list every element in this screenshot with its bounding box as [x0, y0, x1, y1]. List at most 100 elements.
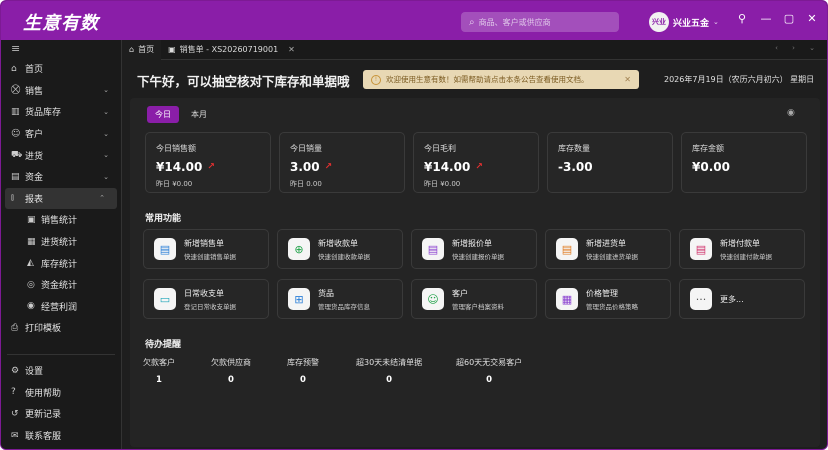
sidebar-item-label: 库存统计 [41, 259, 78, 270]
todo-count: 0 [486, 375, 493, 385]
tab-navigation[interactable]: ‹ › ⌄ [775, 44, 821, 52]
sidebar-item-inventory-stats[interactable]: ◭ 库存统计 [1, 252, 121, 274]
sidebar-item-sales[interactable]: ⛒ 销售 ⌄ [1, 80, 121, 102]
tab-this-month[interactable]: 本月 [183, 106, 215, 123]
sidebar-item-changelog[interactable]: ↺ 更新记录 [1, 403, 122, 425]
function-new-sales-order-button[interactable]: ▤ 新增销售单 快速创建销售单据 [143, 229, 269, 269]
function-desc: 登记日常收支单据 [184, 302, 236, 311]
daily-expense-icon: ▭ [154, 288, 176, 310]
function-goods-button[interactable]: ⊞ 货品 管理货品库存信息 [277, 279, 403, 319]
sidebar-item-inventory[interactable]: ▥ 货品库存 ⌄ [1, 101, 121, 123]
current-date: 2026年7月19日（农历六月初六） 星期日 [664, 75, 815, 84]
todo-item[interactable]: 欠款客户 1 [143, 357, 175, 385]
todo-item[interactable]: 超30天未结清单据 0 [356, 357, 422, 385]
eye-icon[interactable]: ◉ [787, 108, 795, 118]
sidebar-item-home[interactable]: ⌂ 首页 [1, 58, 121, 80]
function-desc: 快速创建报价单据 [452, 252, 504, 261]
sidebar-item-purchase[interactable]: ⛟ 进货 ⌄ [1, 144, 121, 166]
tab-label: 销售单 - XS20260719001 [179, 45, 279, 54]
stat-card: 今日毛利 ¥14.00 ↗ 昨日 ¥0.00 [413, 132, 539, 193]
function-desc: 管理货品库存信息 [318, 302, 370, 311]
menu-icon[interactable]: ≡ [1, 40, 121, 58]
stat-label: 库存数量 [558, 144, 590, 153]
function-more-button[interactable]: ··· 更多... [679, 279, 805, 319]
close-button[interactable]: ✕ [804, 12, 820, 25]
todo-item[interactable]: 欠款供应商 0 [211, 357, 251, 385]
notice-banner[interactable]: ! 欢迎使用生意有数！如需帮助请点击本条公告查看使用文档。 ✕ [363, 70, 639, 89]
global-search-input[interactable]: ⌕ 商品、客户或供应商 [461, 12, 619, 32]
todo-item[interactable]: 超60天无交易客户 0 [456, 357, 522, 385]
todo-item[interactable]: 库存预警 0 [287, 357, 319, 385]
function-new-purchase-order-button[interactable]: ▤ 新增进货单 快速创建进货单据 [545, 229, 671, 269]
stat-value-row: -3.00 [558, 160, 662, 174]
stat-value: 3.00 [290, 160, 320, 174]
sidebar-item-customers[interactable]: ☺ 客户 ⌄ [1, 123, 121, 145]
todo-count: 0 [300, 375, 306, 385]
stat-label: 今日销售额 [156, 144, 196, 153]
stat-label: 库存金额 [692, 144, 724, 153]
price-management-icon: ▦ [556, 288, 578, 310]
tab-sales-order[interactable]: ▣ 销售单 - XS20260719001 ✕ [161, 40, 302, 60]
sidebar-item-settings[interactable]: ⚙ 设置 [1, 360, 122, 382]
function-new-payment-button[interactable]: ▤ 新增付款单 快速创建付款单据 [679, 229, 805, 269]
shop-switcher[interactable]: 兴业 兴业五金 ⌄ [649, 12, 719, 32]
function-title: 新增进货单 [586, 238, 626, 248]
sidebar-item-funds[interactable]: ▤ 资金 ⌄ [1, 166, 121, 188]
function-desc: 管理货品价格策略 [586, 302, 638, 311]
shop-avatar: 兴业 [649, 12, 669, 32]
stat-value-row: ¥0.00 [692, 160, 796, 174]
customer-icon: ☺ [11, 128, 21, 139]
profit-icon: ◉ [27, 301, 35, 312]
sidebar-item-label: 客户 [25, 130, 44, 141]
stat-value: ¥14.00 [156, 160, 203, 174]
sidebar-item-help[interactable]: ? 使用帮助 [1, 382, 122, 404]
tab-today[interactable]: 今日 [147, 106, 179, 123]
stat-label: 今日销量 [290, 144, 322, 153]
sidebar-item-label: 经营利润 [41, 302, 78, 313]
sidebar-item-funds-stats[interactable]: ◎ 资金统计 [1, 274, 121, 296]
sidebar-item-reports[interactable]: ⫾ 报表 ⌃ [5, 187, 117, 210]
sidebar-item-sales-stats[interactable]: ▣ 销售统计 [1, 209, 121, 231]
new-payment-icon: ▤ [690, 238, 712, 260]
sidebar-item-label: 打印模板 [25, 324, 62, 335]
tab-home[interactable]: ⌂ 首页 [122, 39, 162, 60]
function-new-quote-button[interactable]: ▤ 新增报价单 快速创建报价单据 [411, 229, 537, 269]
function-daily-expense-button[interactable]: ▭ 日常收支单 登记日常收支单据 [143, 279, 269, 319]
chevron-down-icon: ⌄ [103, 172, 109, 181]
function-text: 价格管理 管理货品价格策略 [586, 288, 638, 311]
close-tab-icon[interactable]: ✕ [288, 45, 295, 54]
sidebar-item-label: 进货 [25, 151, 44, 162]
customers-icon: ☺ [422, 288, 444, 310]
sidebar-item-profit[interactable]: ◉ 经营利润 [1, 296, 121, 318]
minimize-button[interactable]: — [758, 12, 774, 25]
sidebar-item-label: 销售统计 [41, 216, 78, 227]
funds-stats-icon: ◎ [27, 279, 35, 290]
sidebar-item-label: 使用帮助 [25, 388, 62, 399]
help-icon: ? [11, 387, 16, 398]
home-icon: ⌂ [11, 63, 17, 74]
function-title: 更多... [720, 294, 744, 304]
chevron-up-icon: ⌃ [99, 194, 105, 203]
sidebar-item-print-template[interactable]: ⎙ 打印模板 [1, 317, 121, 339]
pin-icon[interactable]: ⚲ [734, 12, 750, 25]
todo-label: 欠款供应商 [211, 358, 251, 367]
stat-value: ¥0.00 [692, 160, 730, 174]
chevron-down-icon: ⌄ [103, 129, 109, 138]
function-new-receipt-button[interactable]: ⊕ 新增收款单 快速创建收款单据 [277, 229, 403, 269]
sidebar-item-support[interactable]: ✉ 联系客服 [1, 425, 122, 447]
function-text: 新增报价单 快速创建报价单据 [452, 238, 504, 261]
stat-card: 今日销量 3.00 ↗ 昨日 0.00 [279, 132, 405, 193]
search-icon: ⌕ [469, 16, 475, 28]
maximize-button[interactable]: ▢ [781, 12, 797, 25]
search-placeholder: 商品、客户或供应商 [478, 17, 551, 27]
sidebar-item-purchase-stats[interactable]: ▦ 进货统计 [1, 231, 121, 253]
function-price-management-button[interactable]: ▦ 价格管理 管理货品价格策略 [545, 279, 671, 319]
function-customers-button[interactable]: ☺ 客户 管理客户档案资料 [411, 279, 537, 319]
notice-close-icon[interactable]: ✕ [624, 75, 631, 84]
todo-label: 欠款客户 [143, 358, 175, 367]
document-icon: ▣ [168, 45, 176, 54]
stat-value: ¥14.00 [424, 160, 471, 174]
sidebar-item-label: 首页 [25, 65, 44, 76]
function-title: 客户 [452, 288, 468, 298]
period-tabs: 今日 本月 [147, 106, 215, 123]
